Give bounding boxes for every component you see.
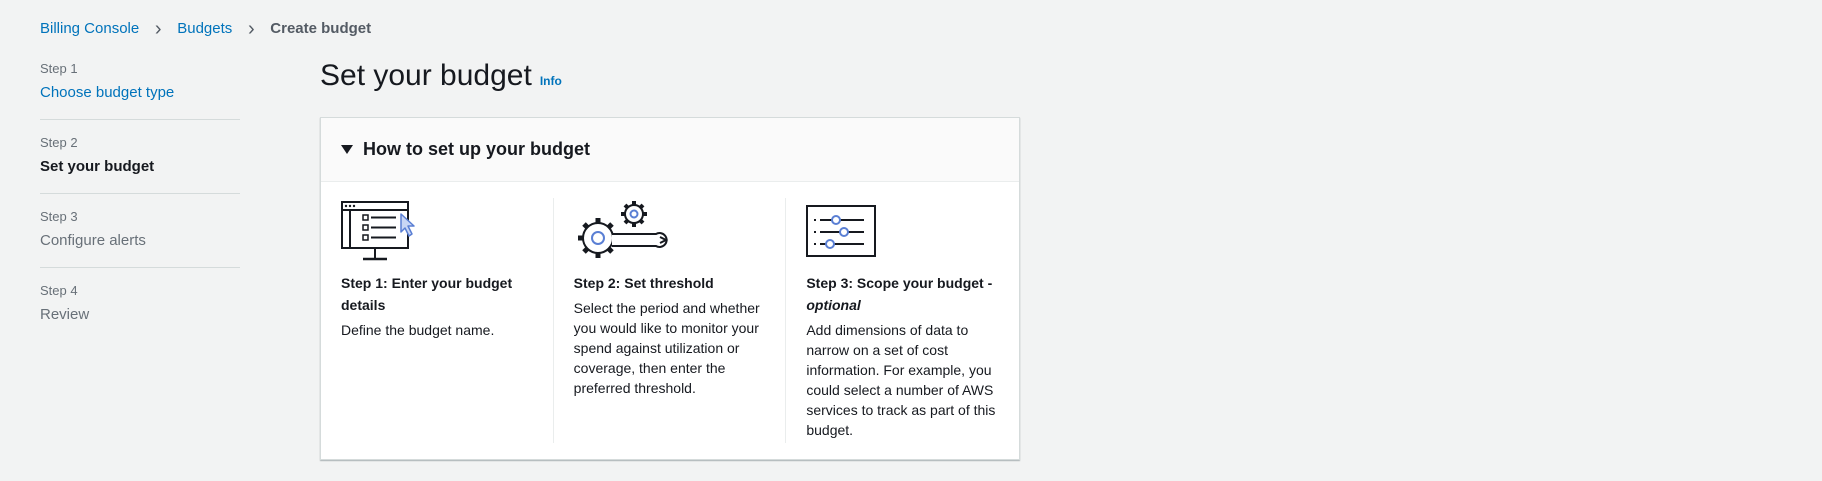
how-to-step-title: Step 3: Scope your budget - optional bbox=[806, 272, 999, 316]
wizard-step-number: Step 2 bbox=[40, 135, 78, 150]
breadcrumb-current: Create budget bbox=[270, 20, 372, 37]
how-to-step-2: Step 2: Set threshold Select the period … bbox=[554, 198, 787, 443]
wizard-step-1: Step 1 Choose budget type bbox=[40, 60, 240, 120]
wizard-step-3: Step 3 Configure alerts bbox=[40, 208, 240, 268]
wizard-step-title: Review bbox=[40, 306, 90, 323]
how-to-step-3: Step 3: Scope your budget - optional Add … bbox=[786, 198, 1019, 443]
how-to-panel: How to set up your budget Step 1: Enter … bbox=[320, 117, 1020, 460]
chevron-right-icon: › bbox=[247, 17, 255, 40]
how-to-steps: Step 1: Enter your budget details Define… bbox=[321, 182, 1019, 443]
wizard-step-current-title: Set your budget bbox=[40, 158, 155, 175]
wizard-step-2: Step 2 Set your budget bbox=[40, 134, 240, 194]
how-to-step-title: Step 2: Set threshold bbox=[573, 275, 714, 291]
caret-down-icon bbox=[341, 145, 353, 154]
gears-wrench-icon bbox=[577, 201, 668, 258]
wizard-step-number: Step 3 bbox=[40, 209, 78, 224]
page-header: Set your budget Info bbox=[320, 56, 1020, 96]
how-to-step-description: Define the budget name. bbox=[341, 322, 495, 338]
info-link[interactable]: Info bbox=[540, 74, 562, 88]
wizard-navigation: Step 1 Choose budget type Step 2 Set you… bbox=[40, 60, 240, 355]
how-to-panel-header[interactable]: How to set up your budget bbox=[321, 118, 1019, 182]
wizard-step-number: Step 4 bbox=[40, 283, 78, 298]
breadcrumb: Billing Console › Budgets › Create budge… bbox=[40, 17, 372, 40]
how-to-step-title: Step 1: Enter your budget details bbox=[341, 275, 513, 313]
breadcrumb-billing-console[interactable]: Billing Console bbox=[40, 20, 139, 37]
chevron-right-icon: › bbox=[154, 17, 162, 40]
main-content: Set your budget Info How to set up your … bbox=[320, 56, 1020, 460]
wizard-step-number: Step 1 bbox=[40, 61, 78, 76]
monitor-form-icon bbox=[341, 201, 415, 261]
page-title: Set your budget bbox=[320, 59, 532, 92]
wizard-step-link-choose-budget-type[interactable]: Choose budget type bbox=[40, 81, 240, 105]
optional-label: optional bbox=[806, 297, 861, 313]
wizard-step-title: Configure alerts bbox=[40, 232, 146, 249]
sliders-filter-icon bbox=[806, 205, 877, 257]
how-to-step-title-text: Step 3: Scope your budget - bbox=[806, 275, 993, 291]
breadcrumb-budgets[interactable]: Budgets bbox=[177, 20, 232, 37]
how-to-step-description: Select the period and whether you would … bbox=[573, 300, 760, 396]
wizard-step-4: Step 4 Review bbox=[40, 282, 240, 341]
how-to-panel-title: How to set up your budget bbox=[363, 139, 590, 159]
how-to-step-description: Add dimensions of data to narrow on a se… bbox=[806, 322, 996, 438]
how-to-step-1: Step 1: Enter your budget details Define… bbox=[321, 198, 554, 443]
